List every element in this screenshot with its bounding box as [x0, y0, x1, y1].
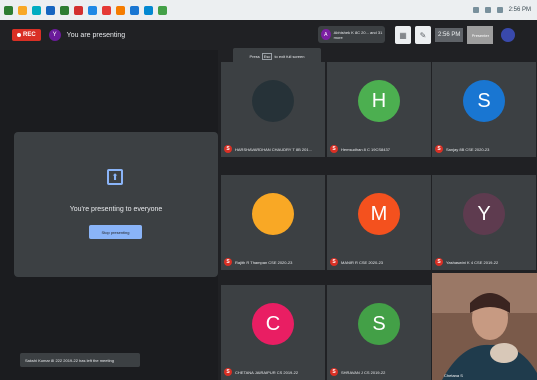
taskbar-app-icon[interactable]	[32, 5, 41, 15]
mic-muted-icon: S	[224, 145, 232, 153]
speaker-name: Abhishek K 8C 20... and 31 more	[333, 29, 383, 40]
taskbar-app-icon[interactable]	[18, 5, 27, 15]
taskbar-app-icon[interactable]	[46, 5, 55, 15]
taskbar-app-icon[interactable]	[102, 5, 111, 15]
self-camera-tile[interactable]	[432, 273, 537, 380]
mic-muted-icon: S	[435, 145, 443, 153]
participant-name: SHRAVAN J CS 2019-22	[341, 370, 386, 375]
participant-name: HARSHAVARDHAN CHAUDRY T 8B 201...	[235, 147, 312, 152]
wifi-icon[interactable]	[472, 7, 479, 13]
mic-muted-icon: S	[330, 145, 338, 153]
account-avatar[interactable]	[501, 28, 516, 42]
mic-muted-icon: S	[224, 258, 232, 266]
browser-taskbar: 2:56 PM	[0, 0, 537, 20]
taskbar-app-icon[interactable]	[130, 5, 139, 15]
mic-muted-icon: S	[330, 368, 338, 376]
active-speaker-chip[interactable]: A Abhishek K 8C 20... and 31 more	[318, 26, 385, 43]
left-meeting-notification: Sakshi Kumar 8I 222 2019-22 has left the…	[20, 353, 140, 367]
rec-label: REC	[23, 32, 36, 38]
screen-share-icon: ⬆	[107, 169, 123, 185]
taskbar-app-icon[interactable]	[74, 5, 83, 15]
participant-avatar	[252, 80, 294, 122]
taskbar-app-icon[interactable]	[144, 5, 153, 15]
participant-avatar: S	[463, 80, 505, 122]
grid-layout-icon[interactable]: ▦	[395, 26, 411, 44]
participant-avatar	[252, 193, 294, 235]
presenting-status: You are presenting	[66, 31, 126, 39]
camera-video-feed	[432, 273, 537, 380]
volume-icon[interactable]	[484, 7, 491, 13]
user-label: Presenter	[467, 26, 494, 44]
clock: 2:56 PM	[508, 7, 531, 13]
presenting-card	[14, 132, 218, 277]
taskbar-app-icon[interactable]	[4, 5, 13, 15]
participant-name: Yashaswini K 4 CSE 2019-22	[446, 260, 499, 265]
esc-key: Esc	[261, 52, 273, 60]
participant-avatar: C	[252, 303, 294, 345]
meeting-controls-right: ▦ ✎ 2:56 PM Presenter	[395, 24, 516, 46]
mic-muted-icon: S	[224, 368, 232, 376]
taskbar-app-icon[interactable]	[88, 5, 97, 15]
mic-muted-icon: S	[330, 258, 338, 266]
participant-avatar: H	[358, 80, 400, 122]
participant-avatar: M	[358, 193, 400, 235]
participant-avatar: S	[358, 303, 400, 345]
fullscreen-hint-suffix: to exit full screen	[274, 53, 305, 59]
participant-name: MANIR R CSE 2020-23	[341, 260, 384, 265]
participant-name: Hemsudhan 8 C 19CS8437	[341, 147, 390, 152]
participant-name: Sanjay 8B CSE 2020-23	[446, 147, 490, 152]
mic-muted-icon: S	[435, 258, 443, 266]
self-camera-name: Chetana S	[444, 373, 463, 378]
presenting-message: You're presenting to everyone	[69, 206, 163, 213]
participant-name: CHETANA JAIRAIPUR CS 2019-22	[235, 370, 299, 375]
stop-presenting-button[interactable]: Stop presenting	[89, 225, 142, 239]
battery-icon[interactable]	[496, 7, 503, 13]
taskbar-app-icon[interactable]	[116, 5, 125, 15]
participant-avatar: Y	[463, 193, 505, 235]
taskbar-app-icon[interactable]	[60, 5, 69, 15]
taskbar-app-icon[interactable]	[158, 5, 167, 15]
recording-badge: REC	[12, 29, 41, 41]
chat-icon[interactable]: ✎	[415, 26, 431, 44]
taskbar-app-icons	[0, 5, 167, 15]
system-tray: 2:56 PM	[472, 7, 537, 13]
record-dot-icon	[17, 33, 21, 37]
speaker-avatar: A	[321, 29, 331, 40]
participant-name: Rajith R Thampan CSE 2020-23	[235, 260, 293, 265]
fullscreen-hint-prefix: Press	[249, 53, 260, 59]
meeting-time: 2:56 PM	[435, 28, 464, 42]
presenter-avatar: Y	[48, 29, 61, 41]
